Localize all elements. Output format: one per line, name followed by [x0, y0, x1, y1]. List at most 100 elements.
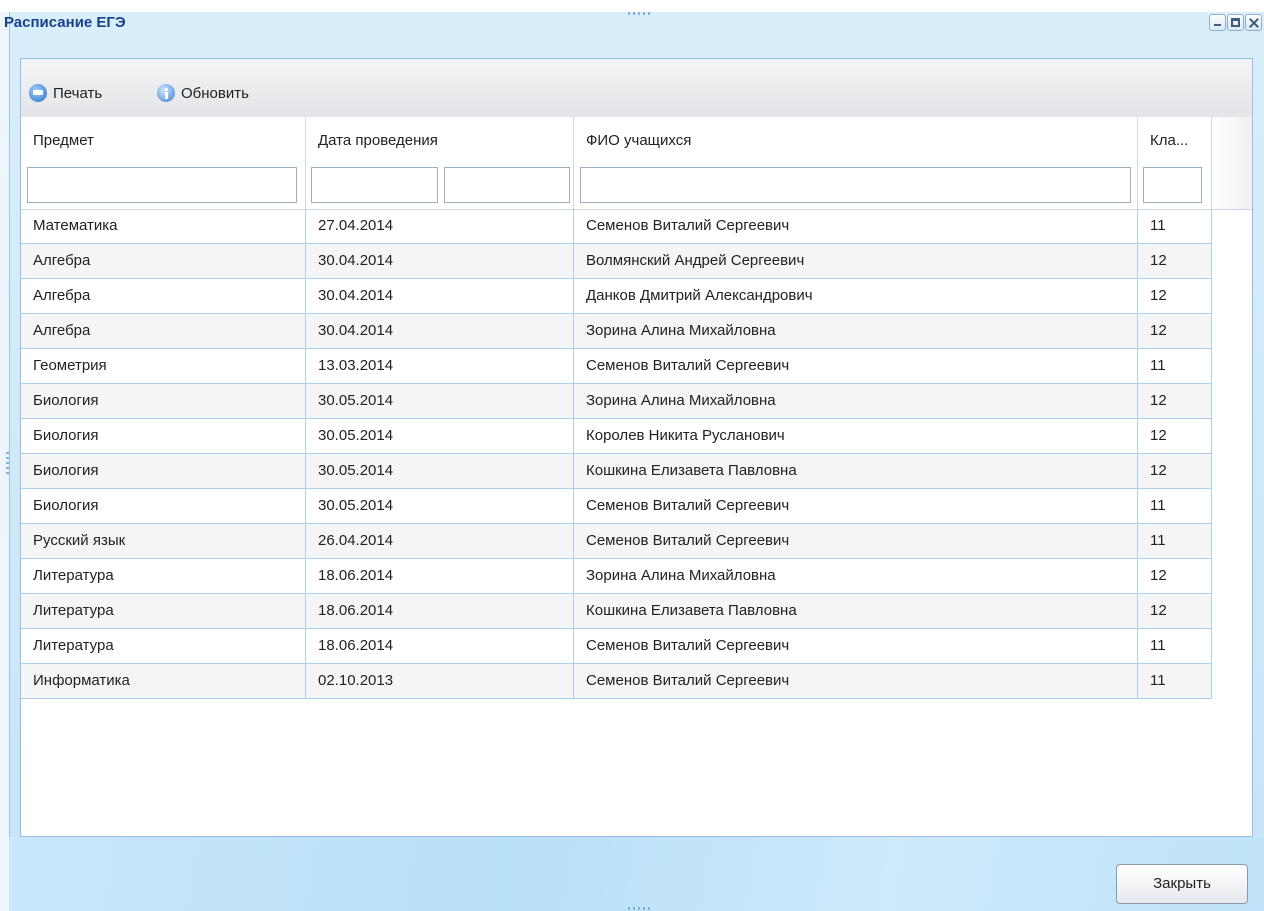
cell-subject: Информатика: [21, 664, 306, 698]
cell-class: 12: [1138, 559, 1212, 593]
cell-class: 12: [1138, 419, 1212, 453]
cell-subject: Математика: [21, 209, 306, 243]
column-header-label: Дата проведения: [318, 132, 438, 149]
subject-filter-input[interactable]: [27, 167, 297, 203]
maximize-icon[interactable]: [1227, 14, 1244, 31]
info-refresh-icon: [157, 84, 175, 102]
print-button[interactable]: Печать: [29, 81, 102, 105]
cell-subject: Алгебра: [21, 244, 306, 278]
table-row[interactable]: Алгебра 30.04.2014 Зорина Алина Михайловна…: [21, 314, 1212, 349]
print-button-label: Печать: [53, 84, 103, 102]
cell-student: Семенов Виталий Сергеевич: [574, 664, 1138, 698]
table-row[interactable]: Информатика 02.10.2013 Семенов Виталий Сер…: [21, 664, 1212, 699]
cell-subject: Биология: [21, 489, 306, 523]
cell-date: 18.06.2014: [306, 559, 574, 593]
window-controls: [1209, 14, 1262, 31]
table-row[interactable]: Геометрия 13.03.2014 Семенов Виталий Серге…: [21, 349, 1212, 384]
cell-subject: Биология: [21, 419, 306, 453]
window-footer: [9, 837, 1264, 911]
grid-header: Предмет Дата проведения ФИО учащихся Кла…: [21, 117, 1252, 210]
minimize-icon[interactable]: [1209, 14, 1226, 31]
cell-date: 30.04.2014: [306, 244, 574, 278]
printer-icon: [29, 84, 47, 102]
cell-subject: Русский язык: [21, 524, 306, 558]
grid-panel: Печать Обновить Предмет Дата проведения …: [20, 58, 1253, 837]
cell-class: 11: [1138, 489, 1212, 523]
grid-body: Математика 27.04.2014 Семенов Виталий Серг…: [21, 209, 1212, 699]
cell-student: Семенов Виталий Сергеевич: [574, 489, 1138, 523]
window-title: Расписание ЕГЭ: [4, 14, 126, 31]
cell-subject: Алгебра: [21, 314, 306, 348]
cell-subject: Литература: [21, 629, 306, 663]
cell-student: Кошкина Елизавета Павловна: [574, 454, 1138, 488]
cell-class: 12: [1138, 384, 1212, 418]
cell-student: Кошкина Елизавета Павловна: [574, 594, 1138, 628]
cell-student: Данков Дмитрий Александрович: [574, 279, 1138, 313]
cell-student: Семенов Виталий Сергеевич: [574, 349, 1138, 383]
refresh-button-label: Обновить: [181, 84, 249, 102]
cell-date: 30.05.2014: [306, 384, 574, 418]
cell-date: 26.04.2014: [306, 524, 574, 558]
table-row[interactable]: Русский язык 26.04.2014 Семенов Виталий Се…: [21, 524, 1212, 559]
cell-class: 11: [1138, 209, 1212, 243]
cell-date: 27.04.2014: [306, 209, 574, 243]
close-icon[interactable]: [1245, 14, 1262, 31]
table-row[interactable]: Биология 30.05.2014 Кошкина Елизавета Павл…: [21, 454, 1212, 489]
table-row[interactable]: Алгебра 30.04.2014 Данков Дмитрий Александ…: [21, 279, 1212, 314]
table-row[interactable]: Литература 18.06.2014 Зорина Алина Михайло…: [21, 559, 1212, 594]
cell-student: Семенов Виталий Сергеевич: [574, 209, 1138, 243]
column-header-class[interactable]: Кла...: [1138, 117, 1212, 209]
cell-subject: Литература: [21, 559, 306, 593]
cell-class: 11: [1138, 349, 1212, 383]
close-button[interactable]: Закрыть: [1116, 864, 1248, 904]
date-to-filter-input[interactable]: [444, 167, 570, 203]
date-from-filter-input[interactable]: [311, 167, 438, 203]
cell-student: Зорина Алина Михайловна: [574, 314, 1138, 348]
cell-date: 18.06.2014: [306, 594, 574, 628]
resize-grip-bottom[interactable]: [628, 907, 652, 910]
cell-date: 02.10.2013: [306, 664, 574, 698]
cell-subject: Геометрия: [21, 349, 306, 383]
table-row[interactable]: Математика 27.04.2014 Семенов Виталий Серг…: [21, 209, 1212, 244]
column-header-student[interactable]: ФИО учащихся: [574, 117, 1138, 209]
table-row[interactable]: Литература 18.06.2014 Семенов Виталий Серг…: [21, 629, 1212, 664]
cell-subject: Биология: [21, 454, 306, 488]
table-row[interactable]: Биология 30.05.2014 Королев Никита Руслано…: [21, 419, 1212, 454]
refresh-button[interactable]: Обновить: [157, 81, 249, 105]
cell-date: 30.05.2014: [306, 419, 574, 453]
cell-student: Волмянский Андрей Сергеевич: [574, 244, 1138, 278]
toolbar: Печать Обновить: [21, 59, 1252, 118]
resize-grip-top[interactable]: [628, 12, 652, 15]
column-header-label: ФИО учащихся: [586, 132, 692, 149]
cell-class: 12: [1138, 244, 1212, 278]
cell-student: Семенов Виталий Сергеевич: [574, 524, 1138, 558]
cell-class: 12: [1138, 594, 1212, 628]
cell-student: Зорина Алина Михайловна: [574, 559, 1138, 593]
cell-class: 11: [1138, 524, 1212, 558]
cell-subject: Биология: [21, 384, 306, 418]
cell-student: Зорина Алина Михайловна: [574, 384, 1138, 418]
cell-student: Королев Никита Русланович: [574, 419, 1138, 453]
class-filter-input[interactable]: [1143, 167, 1202, 203]
cell-date: 13.03.2014: [306, 349, 574, 383]
cell-class: 12: [1138, 454, 1212, 488]
student-filter-input[interactable]: [580, 167, 1131, 203]
table-row[interactable]: Алгебра 30.04.2014 Волмянский Андрей Серге…: [21, 244, 1212, 279]
cell-class: 11: [1138, 629, 1212, 663]
cell-date: 30.04.2014: [306, 279, 574, 313]
cell-subject: Алгебра: [21, 279, 306, 313]
header-scroll-gutter: [1212, 117, 1252, 209]
cell-class: 12: [1138, 314, 1212, 348]
table-row[interactable]: Биология 30.05.2014 Семенов Виталий Сергее…: [21, 489, 1212, 524]
column-header-label: Кла...: [1150, 132, 1189, 149]
column-header-subject[interactable]: Предмет: [21, 117, 306, 209]
cell-date: 30.05.2014: [306, 489, 574, 523]
table-row[interactable]: Литература 18.06.2014 Кошкина Елизавета Па…: [21, 594, 1212, 629]
table-row[interactable]: Биология 30.05.2014 Зорина Алина Михайловн…: [21, 384, 1212, 419]
cell-date: 30.04.2014: [306, 314, 574, 348]
cell-subject: Литература: [21, 594, 306, 628]
column-header-date[interactable]: Дата проведения: [306, 117, 574, 209]
cell-class: 11: [1138, 664, 1212, 698]
column-header-label: Предмет: [33, 132, 94, 149]
cell-class: 12: [1138, 279, 1212, 313]
